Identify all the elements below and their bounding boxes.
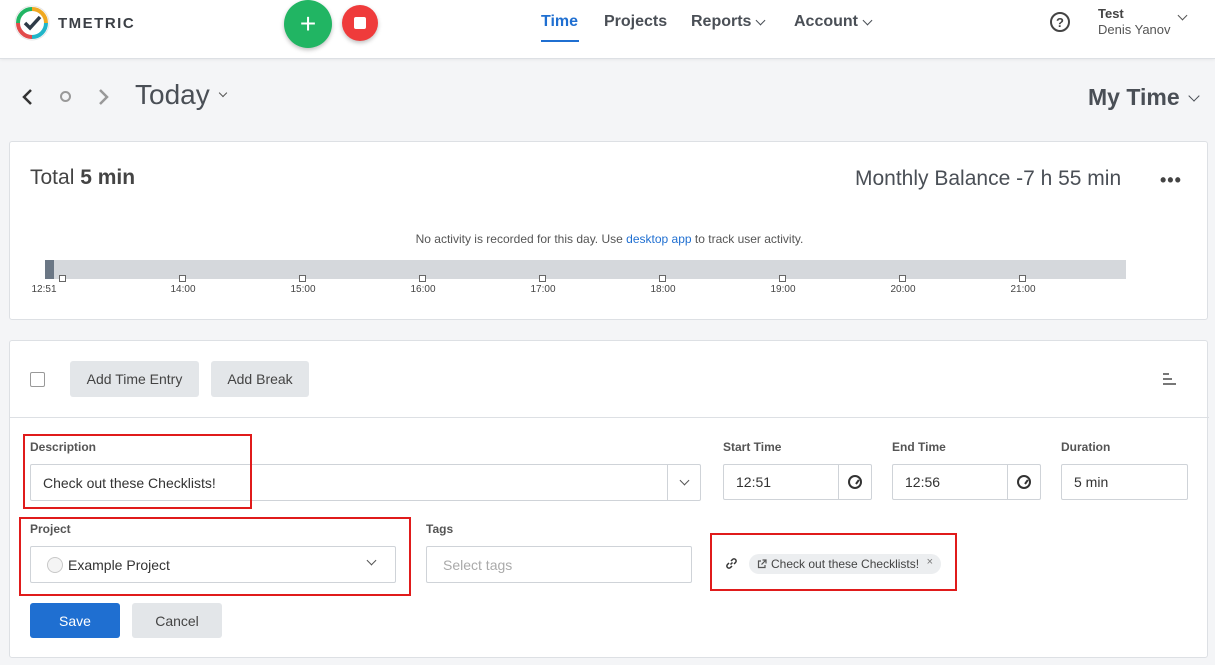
summary-card: Total 5 min Monthly Balance -7 h 55 min … xyxy=(9,141,1208,320)
timeline-tick xyxy=(779,275,786,282)
end-time-picker[interactable] xyxy=(1007,465,1040,499)
start-time-field[interactable]: 12:51 xyxy=(723,464,872,500)
timeline-tick xyxy=(179,275,186,282)
today-dot-icon[interactable] xyxy=(60,91,71,102)
highlight-description xyxy=(23,434,252,509)
timeline-tick xyxy=(899,275,906,282)
divider xyxy=(10,417,1209,418)
timeline-label: 18:00 xyxy=(650,284,676,295)
top-bar: TMETRIC + Time Projects Reports Account … xyxy=(0,0,1215,59)
tags-label: Tags xyxy=(426,522,454,536)
tags-placeholder: Select tags xyxy=(443,556,513,573)
previous-day-icon[interactable] xyxy=(20,88,34,106)
highlight-project xyxy=(19,517,411,596)
stop-timer-button[interactable] xyxy=(342,5,378,41)
date-title: Today xyxy=(135,79,210,110)
nav-time[interactable]: Time xyxy=(541,13,578,31)
view-selector[interactable]: My Time xyxy=(1088,84,1200,111)
duration-label: Duration xyxy=(1061,440,1111,454)
clock-icon xyxy=(1017,475,1031,489)
nav-reports-label: Reports xyxy=(691,13,752,30)
nav-account[interactable]: Account xyxy=(794,13,873,31)
start-time-label: Start Time xyxy=(723,440,782,454)
user-team[interactable]: Test xyxy=(1098,6,1124,21)
cancel-button[interactable]: Cancel xyxy=(132,603,222,638)
total-time: Total 5 min xyxy=(30,166,135,190)
date-selector[interactable]: Today xyxy=(135,79,227,111)
timeline-label: 20:00 xyxy=(890,284,916,295)
nav-time-label: Time xyxy=(541,13,579,30)
chevron-down-icon xyxy=(679,475,689,486)
tmetric-logo-icon[interactable] xyxy=(13,4,51,42)
select-all-checkbox[interactable] xyxy=(30,372,45,387)
timeline-label: 14:00 xyxy=(170,284,196,295)
more-options-icon[interactable]: ••• xyxy=(1160,170,1182,191)
duration-field[interactable]: 5 min xyxy=(1061,464,1188,500)
highlight-task-link xyxy=(710,533,957,591)
no-activity-prefix: No activity is recorded for this day. Us… xyxy=(415,232,623,246)
timeline-label: 12:51 xyxy=(31,284,57,295)
no-activity-suffix: to track user activity. xyxy=(694,232,804,246)
timeline-label: 21:00 xyxy=(1010,284,1036,295)
plus-icon: + xyxy=(299,8,317,39)
monthly-balance: Monthly Balance -7 h 55 min xyxy=(855,167,1122,190)
timeline-label: 15:00 xyxy=(290,284,316,295)
timeline-tick xyxy=(1019,275,1026,282)
end-time-label: End Time xyxy=(892,440,946,454)
clock-icon xyxy=(848,475,862,489)
timeline-tick xyxy=(659,275,666,282)
nav-reports[interactable]: Reports xyxy=(691,13,766,31)
chevron-down-icon xyxy=(756,15,766,25)
timeline-tick xyxy=(419,275,426,282)
desktop-app-link[interactable]: desktop app xyxy=(626,232,691,246)
chevron-down-icon xyxy=(218,88,227,98)
tags-select[interactable]: Select tags xyxy=(426,546,692,583)
no-activity-message: No activity is recorded for this day. Us… xyxy=(10,232,1209,246)
help-icon[interactable]: ? xyxy=(1050,12,1070,32)
chevron-down-icon xyxy=(862,15,873,25)
timeline-label: 19:00 xyxy=(770,284,796,295)
view-title: My Time xyxy=(1088,84,1180,110)
chevron-down-icon[interactable] xyxy=(1177,10,1188,21)
description-dropdown-toggle[interactable] xyxy=(667,465,700,500)
brand-name: TMETRIC xyxy=(58,15,136,32)
nav-active-indicator xyxy=(541,40,579,42)
timeline-label: 17:00 xyxy=(530,284,556,295)
total-label: Total xyxy=(30,166,75,189)
nav-account-label: Account xyxy=(794,13,858,30)
timeline-entry-marker[interactable] xyxy=(45,260,54,279)
nav-projects[interactable]: Projects xyxy=(604,13,667,31)
start-time-picker[interactable] xyxy=(838,465,871,499)
start-timer-button[interactable]: + xyxy=(284,0,332,48)
duration-value: 5 min xyxy=(1074,474,1109,490)
start-time-value: 12:51 xyxy=(736,474,772,490)
timeline-bar xyxy=(45,260,1126,279)
chevron-down-icon xyxy=(1187,89,1200,102)
end-time-field[interactable]: 12:56 xyxy=(892,464,1041,500)
nav-projects-label: Projects xyxy=(604,13,668,30)
timeline-tick xyxy=(539,275,546,282)
sort-icon[interactable] xyxy=(1163,373,1176,388)
save-button[interactable]: Save xyxy=(30,603,120,638)
next-day-icon[interactable] xyxy=(97,88,111,106)
total-value: 5 min xyxy=(80,166,136,189)
end-time-value: 12:56 xyxy=(905,474,941,490)
timeline-tick xyxy=(59,275,66,282)
add-time-entry-button[interactable]: Add Time Entry xyxy=(70,361,199,397)
timeline-label: 16:00 xyxy=(410,284,436,295)
user-name[interactable]: Denis Yanov xyxy=(1098,22,1171,37)
stop-icon xyxy=(354,17,366,29)
add-break-button[interactable]: Add Break xyxy=(211,361,309,397)
timeline-tick xyxy=(299,275,306,282)
